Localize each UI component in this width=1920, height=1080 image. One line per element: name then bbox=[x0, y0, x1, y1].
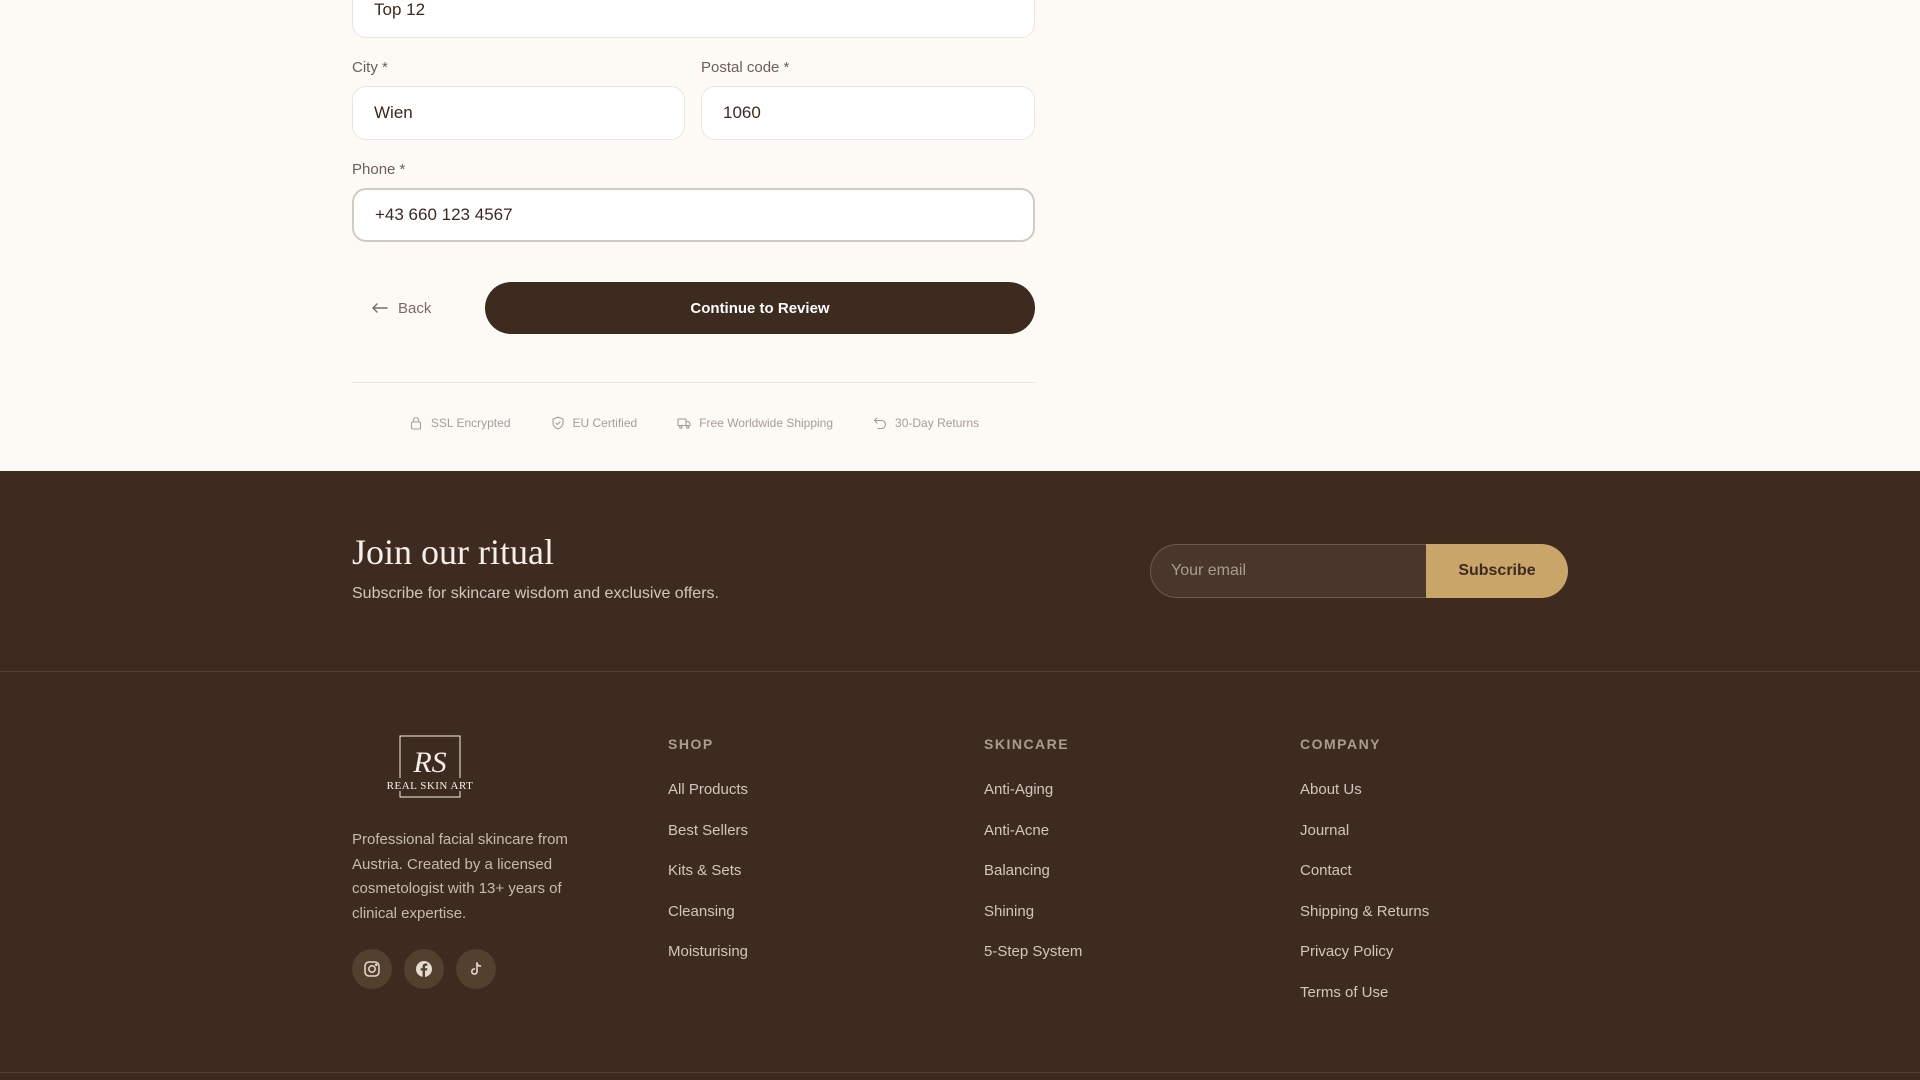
back-label: Back bbox=[398, 299, 432, 317]
footer-link-kits-sets[interactable]: Kits & Sets bbox=[668, 862, 741, 879]
trust-shipping-label: Free Worldwide Shipping bbox=[699, 416, 834, 430]
footer-link-all-products[interactable]: All Products bbox=[668, 781, 748, 798]
facebook-link[interactable] bbox=[404, 949, 444, 989]
city-label: City * bbox=[352, 59, 388, 76]
footer-link-balancing[interactable]: Balancing bbox=[984, 862, 1050, 879]
trust-ssl-label: SSL Encrypted bbox=[430, 416, 511, 430]
footer-link-contact[interactable]: Contact bbox=[1300, 862, 1352, 879]
footer-link-5-step-system[interactable]: 5-Step System bbox=[984, 943, 1082, 960]
brand-description: Professional facial skincare from Austri… bbox=[352, 831, 568, 922]
city-value: Wien bbox=[374, 103, 413, 122]
trust-eu: EU Certified bbox=[551, 412, 638, 434]
trust-eu-label: EU Certified bbox=[572, 416, 638, 430]
truck-icon bbox=[677, 418, 691, 429]
footer-col-shop-title: SHOP bbox=[668, 736, 714, 752]
footer-link-journal[interactable]: Journal bbox=[1300, 822, 1349, 839]
trust-ssl: SSL Encrypted bbox=[409, 412, 511, 434]
phone-input[interactable]: +43 660 123 4567 bbox=[352, 188, 1035, 242]
trust-returns-label: 30-Day Returns bbox=[895, 416, 980, 430]
footer-link-terms-of-use[interactable]: Terms of Use bbox=[1300, 984, 1388, 1001]
trust-returns: 30-Day Returns bbox=[873, 412, 979, 434]
tiktok-icon bbox=[471, 962, 482, 975]
form-divider bbox=[352, 382, 1036, 383]
newsletter-subtitle: Subscribe for skincare wisdom and exclus… bbox=[352, 585, 719, 602]
trust-badges: SSL Encrypted EU Certified Free Worldwid… bbox=[352, 412, 1036, 434]
footer-divider bbox=[0, 671, 1920, 672]
footer-link-anti-aging[interactable]: Anti-Aging bbox=[984, 781, 1053, 798]
shield-check-icon bbox=[551, 416, 564, 430]
back-button[interactable]: Back bbox=[372, 282, 431, 334]
footer-link-about-us[interactable]: About Us bbox=[1300, 781, 1362, 798]
lock-icon bbox=[410, 417, 421, 430]
brand-logo-mark: RS REAL SKIN ART bbox=[386, 735, 478, 798]
newsletter-title: Join our ritual bbox=[352, 532, 554, 572]
brand-monogram: RS bbox=[412, 746, 446, 779]
footer-link-best-sellers[interactable]: Best Sellers bbox=[668, 822, 748, 839]
footer-bottom-divider bbox=[0, 1072, 1920, 1073]
phone-label: Phone * bbox=[352, 161, 406, 178]
phone-value: +43 660 123 4567 bbox=[375, 205, 513, 224]
address-line2-input[interactable]: Top 12 bbox=[352, 0, 1035, 38]
continue-label: Continue to Review bbox=[690, 299, 830, 317]
checkout-form-section: Top 12 City * Wien Postal code * 1060 Ph… bbox=[0, 0, 1920, 471]
postal-code-value: 1060 bbox=[723, 103, 761, 122]
tiktok-link[interactable] bbox=[456, 949, 496, 989]
footer-link-moisturising[interactable]: Moisturising bbox=[668, 943, 748, 960]
footer-link-cleansing[interactable]: Cleansing bbox=[668, 903, 735, 920]
footer-link-shipping-returns[interactable]: Shipping & Returns bbox=[1300, 903, 1429, 920]
instagram-link[interactable] bbox=[352, 949, 392, 989]
arrow-left-icon bbox=[372, 303, 388, 313]
newsletter-email-input[interactable]: Your email bbox=[1150, 544, 1440, 598]
footer-link-anti-acne[interactable]: Anti-Acne bbox=[984, 822, 1049, 839]
subscribe-label: Subscribe bbox=[1458, 562, 1536, 579]
postal-code-input[interactable]: 1060 bbox=[701, 86, 1035, 140]
postal-code-label: Postal code * bbox=[701, 59, 790, 76]
address-line2-value: Top 12 bbox=[374, 0, 426, 19]
footer-col-company-title: COMPANY bbox=[1300, 736, 1382, 752]
brand-name: REAL SKIN ART bbox=[387, 780, 474, 792]
trust-shipping: Free Worldwide Shipping bbox=[677, 412, 833, 434]
return-arrow-icon bbox=[873, 417, 887, 430]
footer-link-privacy-policy[interactable]: Privacy Policy bbox=[1300, 943, 1393, 960]
newsletter-email-placeholder: Your email bbox=[1171, 562, 1247, 579]
continue-to-review-button[interactable]: Continue to Review bbox=[485, 282, 1035, 334]
instagram-icon bbox=[364, 961, 380, 977]
footer-link-shining[interactable]: Shining bbox=[984, 903, 1034, 920]
brand-logo[interactable]: RS REAL SKIN ART bbox=[382, 735, 482, 799]
city-input[interactable]: Wien bbox=[352, 86, 685, 140]
subscribe-button[interactable]: Subscribe bbox=[1426, 544, 1568, 598]
site-footer: Join our ritual Subscribe for skincare w… bbox=[0, 471, 1920, 1080]
facebook-icon bbox=[416, 961, 432, 977]
footer-col-skincare-title: SKINCARE bbox=[984, 736, 1070, 752]
